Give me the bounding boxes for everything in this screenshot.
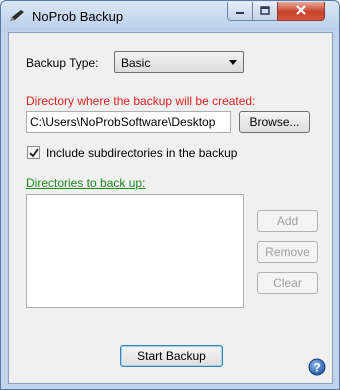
- include-subdirs-checkbox[interactable]: [27, 146, 40, 159]
- close-icon: [295, 4, 307, 18]
- directories-list[interactable]: [26, 194, 244, 308]
- close-button[interactable]: [277, 2, 325, 21]
- include-subdirs-label[interactable]: Include subdirectories in the backup: [46, 146, 237, 160]
- minimize-icon: [235, 4, 245, 18]
- title-bar[interactable]: NoProb Backup: [1, 1, 339, 31]
- add-button[interactable]: Add: [257, 210, 318, 232]
- directory-label: Directory where the backup will be creat…: [26, 94, 256, 108]
- backup-type-value: Basic: [121, 56, 151, 70]
- app-window: NoProb Backup Backup Type: Basic Directo…: [0, 0, 340, 390]
- svg-text:?: ?: [313, 361, 320, 375]
- dirs-to-backup-label: Directories to back up:: [26, 176, 146, 190]
- window-title: NoProb Backup: [32, 9, 124, 24]
- browse-button[interactable]: Browse...: [239, 111, 310, 133]
- remove-button[interactable]: Remove: [257, 241, 318, 263]
- client-area: Backup Type: Basic Directory where the b…: [8, 32, 333, 384]
- app-pen-icon: [9, 9, 25, 23]
- backup-type-dropdown[interactable]: Basic: [114, 51, 244, 73]
- start-backup-button[interactable]: Start Backup: [120, 345, 223, 367]
- clear-button[interactable]: Clear: [257, 272, 318, 294]
- backup-type-label: Backup Type:: [26, 56, 99, 70]
- checkmark-icon: [29, 148, 39, 158]
- minimize-button[interactable]: [227, 2, 253, 21]
- directory-input[interactable]: [26, 111, 231, 133]
- maximize-icon: [260, 4, 270, 18]
- chevron-down-icon: [229, 60, 237, 65]
- maximize-button[interactable]: [252, 2, 278, 21]
- help-icon[interactable]: ?: [308, 358, 326, 376]
